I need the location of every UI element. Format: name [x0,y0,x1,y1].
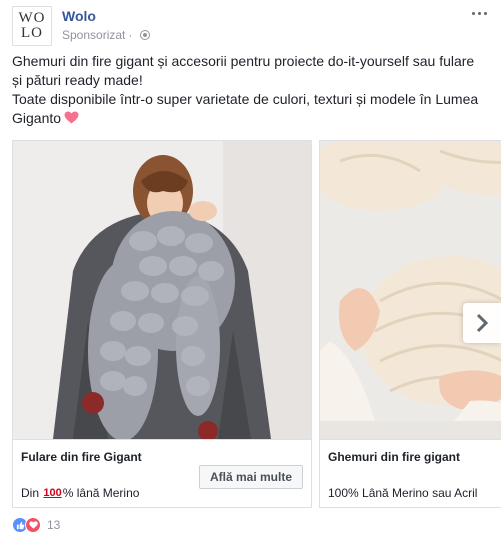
hundred-points-emoji: 100 [43,487,62,499]
card-description: 100% Lână Merino sau Acril [328,486,478,500]
globe-icon [140,30,151,40]
card-footer: Fulare din fire Gigant Din 100% lână Mer… [13,439,311,507]
card-image-scarf[interactable] [13,141,311,439]
post-text-line: și pături ready made! [12,72,143,88]
sponsored-label[interactable]: Sponsorizat [62,28,125,42]
heart-emoji-icon [64,111,79,124]
meta-separator: · [128,28,133,42]
love-reaction-icon [25,517,41,533]
carousel: Fulare din fire Gigant Din 100% lână Mer… [12,140,501,510]
reactions-bar[interactable]: 13 [12,516,60,534]
card-description: Din 100% lână Merino [21,486,140,500]
carousel-next-button[interactable] [463,303,501,343]
post-text-line: Giganto [12,109,492,128]
avatar[interactable]: WO LO [12,6,52,46]
card-image-yarn[interactable] [320,141,501,439]
post-meta: Sponsorizat · [62,28,151,42]
more-options-icon[interactable] [469,6,489,22]
card-footer: Ghemuri din fire gigant 100% Lână Merino… [320,439,501,507]
avatar-logo-line1: WO [18,10,46,26]
card-title[interactable]: Fulare din fire Gigant [21,450,142,464]
card-title[interactable]: Ghemuri din fire gigant [328,450,460,464]
learn-more-button[interactable]: Află mai multe [198,465,303,489]
ad-post: WO LO Wolo Sponsorizat · Ghemuri din fir… [0,0,501,549]
reaction-count[interactable]: 13 [47,518,60,532]
post-header: WO LO Wolo Sponsorizat · [12,6,489,46]
page-name-link[interactable]: Wolo [62,8,96,24]
post-text-line: Ghemuri din fire gigant și accesorii pen… [12,53,475,69]
chevron-right-icon [476,313,489,333]
post-text-line: Toate disponibile într-o super varietate… [12,91,479,107]
avatar-logo-line2: LO [21,25,43,41]
carousel-card[interactable]: Fulare din fire Gigant Din 100% lână Mer… [12,140,312,508]
post-text: Ghemuri din fire gigant și accesorii pen… [12,52,492,128]
